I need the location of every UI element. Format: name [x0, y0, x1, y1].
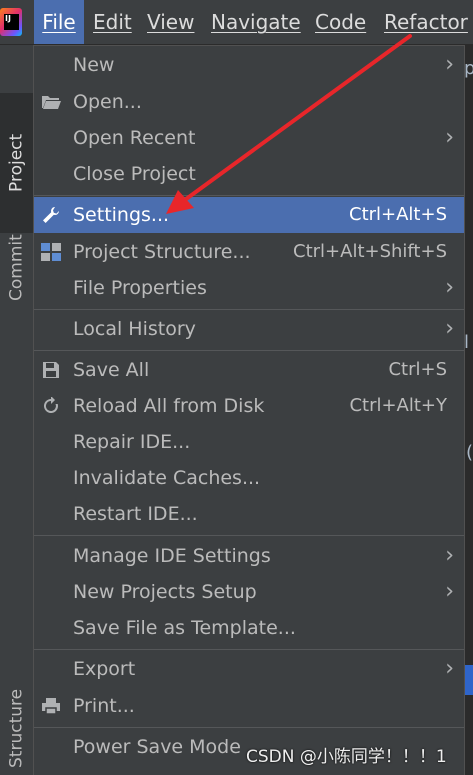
menu-bar: IJ File Edit View Navigate Code Refactor [0, 0, 473, 45]
menu-item-label: Manage IDE Settings [73, 545, 271, 567]
submenu-arrow-icon: › [445, 579, 454, 604]
tool-tab-project-label: Project [6, 133, 27, 193]
app-logo[interactable]: IJ [0, 8, 22, 36]
menu-item-shortcut: Ctrl+Alt+S [349, 204, 447, 225]
editor-peek-text: p [464, 58, 473, 79]
save-icon [40, 359, 62, 381]
menu-item-label: Local History [73, 318, 196, 340]
menu-item-invalidate-caches[interactable]: Invalidate Caches... [34, 460, 464, 496]
menu-separator [34, 535, 464, 536]
menu-item-reload-from-disk[interactable]: Reload All from Disk Ctrl+Alt+Y [34, 388, 464, 424]
menu-item-label: Power Save Mode [73, 736, 241, 758]
menu-item-settings[interactable]: Settings... Ctrl+Alt+S [34, 197, 464, 233]
menu-separator [34, 195, 464, 196]
tool-tab-commit[interactable]: Commit [0, 213, 33, 323]
menu-item-label: Reload All from Disk [73, 395, 265, 417]
submenu-arrow-icon: › [445, 125, 454, 150]
menu-item-label: Print... [73, 695, 135, 717]
menu-view[interactable]: View [147, 0, 194, 44]
menu-item-label: Open... [73, 91, 142, 113]
menu-item-label: Invalidate Caches... [73, 467, 261, 489]
menu-navigate[interactable]: Navigate [211, 0, 301, 44]
menu-separator [34, 649, 464, 650]
menu-edit[interactable]: Edit [93, 0, 132, 44]
menu-item-label: Save File as Template... [73, 617, 296, 639]
menu-item-label: New Projects Setup [73, 581, 257, 603]
tool-tab-structure[interactable]: Structure [0, 681, 33, 775]
printer-icon [40, 695, 62, 717]
watermark-text: CSDN @小陈同学！！！1 [246, 747, 447, 767]
tool-tab-commit-label: Commit [6, 234, 27, 302]
menu-item-shortcut: Ctrl+Alt+Y [349, 395, 447, 416]
tool-tab-project[interactable]: Project [0, 93, 33, 233]
menu-item-label: Save All [73, 359, 150, 381]
menu-item-label: File Properties [73, 277, 207, 299]
file-menu-dropdown: New › Open... Open Recent › Close Projec… [33, 45, 465, 775]
menu-item-label: Export [73, 658, 136, 680]
menu-item-new[interactable]: New › [34, 47, 464, 83]
menu-item-project-structure[interactable]: Project Structure... Ctrl+Alt+Shift+S [34, 234, 464, 270]
menu-item-label: Restart IDE... [73, 503, 198, 525]
menu-refactor[interactable]: Refactor [384, 0, 468, 44]
menu-item-shortcut: Ctrl+S [388, 359, 447, 380]
menu-item-restart-ide[interactable]: Restart IDE... [34, 496, 464, 532]
left-tool-window-strip: Project Commit Structure [0, 45, 34, 775]
project-structure-icon [40, 241, 62, 263]
menu-separator [34, 350, 464, 351]
menu-item-manage-ide-settings[interactable]: Manage IDE Settings › [34, 538, 464, 574]
menu-item-print[interactable]: Print... [34, 688, 464, 724]
editor-peek-text: ( [466, 442, 473, 463]
menu-item-label: Close Project [73, 163, 196, 185]
tool-tab-structure-label: Structure [6, 688, 27, 768]
menu-item-repair-ide[interactable]: Repair IDE... [34, 424, 464, 460]
submenu-arrow-icon: › [445, 316, 454, 341]
menu-item-new-projects-setup[interactable]: New Projects Setup › [34, 574, 464, 610]
menu-item-open[interactable]: Open... [34, 84, 464, 120]
submenu-arrow-icon: › [445, 275, 454, 300]
menu-item-label: Settings... [73, 204, 170, 226]
menu-item-close-project[interactable]: Close Project [34, 156, 464, 192]
menu-item-label: Repair IDE... [73, 431, 191, 453]
submenu-arrow-icon: › [445, 52, 454, 77]
menu-item-open-recent[interactable]: Open Recent › [34, 120, 464, 156]
menu-item-local-history[interactable]: Local History › [34, 311, 464, 347]
wrench-icon [40, 204, 62, 226]
menu-separator [34, 727, 464, 728]
reload-icon [40, 395, 62, 417]
folder-icon [40, 91, 62, 113]
menu-item-save-all[interactable]: Save All Ctrl+S [34, 352, 464, 388]
menu-item-label: New [73, 54, 115, 76]
app-logo-text: IJ [4, 14, 19, 30]
menu-item-save-as-template[interactable]: Save File as Template... [34, 610, 464, 646]
menu-item-shortcut: Ctrl+Alt+Shift+S [293, 241, 447, 262]
menu-separator [34, 309, 464, 310]
submenu-arrow-icon: › [445, 656, 454, 681]
menu-item-file-properties[interactable]: File Properties › [34, 270, 464, 306]
menu-item-label: Open Recent [73, 127, 196, 149]
menu-code[interactable]: Code [315, 0, 366, 44]
menu-file[interactable]: File [34, 0, 84, 44]
submenu-arrow-icon: › [445, 543, 454, 568]
menu-item-export[interactable]: Export › [34, 651, 464, 687]
menu-item-label: Project Structure... [73, 241, 251, 263]
